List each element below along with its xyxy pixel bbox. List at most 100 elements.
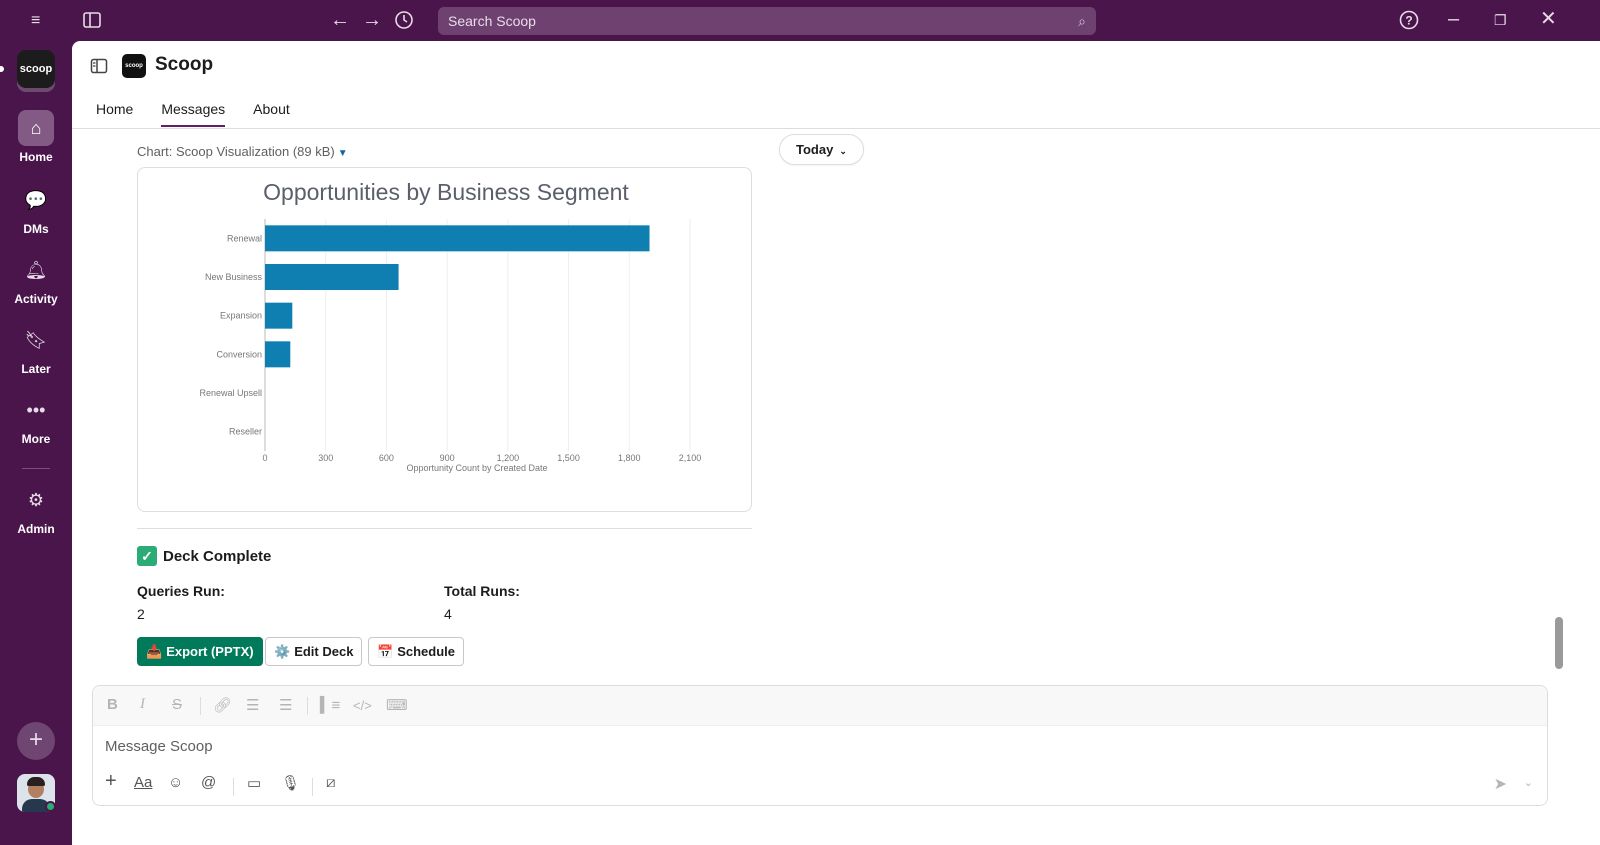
emoji-icon[interactable]: ☺ bbox=[168, 774, 183, 791]
rail-item-dms[interactable]: 💬 DMs bbox=[0, 182, 72, 236]
rail-label-more: More bbox=[21, 432, 51, 446]
restore-icon[interactable]: ❐ bbox=[1494, 10, 1507, 30]
date-divider-pill[interactable]: Today ⌄ bbox=[779, 134, 864, 165]
microphone-icon[interactable]: 🎙︎ bbox=[281, 774, 300, 792]
deck-complete-heading: ✓ Deck Complete bbox=[137, 546, 271, 566]
create-new-button[interactable]: + bbox=[17, 722, 55, 760]
home-icon: ⌂ bbox=[18, 110, 54, 146]
message-input[interactable]: Message Scoop bbox=[105, 738, 213, 755]
chevron-down-icon: ⌄ bbox=[839, 146, 847, 156]
svg-text:?: ? bbox=[1405, 14, 1412, 28]
app-logo-text: scoop bbox=[125, 63, 143, 69]
presence-indicator bbox=[45, 801, 56, 812]
rail-item-admin[interactable]: ⚙ Admin bbox=[0, 482, 72, 536]
rail-label-admin: Admin bbox=[17, 522, 55, 536]
queries-run-label: Queries Run: bbox=[137, 583, 225, 599]
y-category-label: Conversion bbox=[216, 349, 262, 359]
schedule-button-label: Schedule bbox=[397, 644, 455, 659]
x-tick-label: 600 bbox=[379, 453, 394, 463]
total-runs-value: 4 bbox=[444, 606, 452, 622]
sidebar-toggle-icon[interactable] bbox=[82, 10, 102, 34]
export-pptx-button[interactable]: 📥 Export (PPTX) bbox=[137, 637, 263, 666]
bullet-list-icon[interactable]: ☰ bbox=[279, 696, 292, 714]
close-icon[interactable]: ✕ bbox=[1540, 9, 1557, 29]
y-category-label: New Business bbox=[205, 272, 263, 282]
send-icon[interactable]: ➤ bbox=[1494, 774, 1507, 794]
sidebar-toggle-icon[interactable] bbox=[90, 57, 108, 80]
y-category-label: Renewal Upsell bbox=[199, 388, 262, 398]
tab-home[interactable]: Home bbox=[96, 101, 147, 126]
code-block-icon[interactable]: ⌨︎ bbox=[386, 696, 408, 714]
x-tick-label: 0 bbox=[262, 453, 267, 463]
text-format-icon[interactable]: Aa bbox=[134, 774, 152, 791]
file-attachment-label[interactable]: Chart: Scoop Visualization (89 kB) ▼ bbox=[137, 144, 348, 159]
ellipsis-icon: ••• bbox=[26, 400, 46, 420]
bell-icon: 🔔︎ bbox=[24, 260, 48, 280]
bold-icon[interactable]: B bbox=[107, 696, 118, 713]
caret-down-icon[interactable]: ▼ bbox=[338, 148, 348, 159]
menu-icon[interactable]: ≡ bbox=[31, 11, 40, 31]
schedule-button[interactable]: 📅 Schedule bbox=[368, 637, 464, 666]
ordered-list-icon[interactable]: ☰ bbox=[246, 696, 259, 714]
rail-item-home[interactable]: ⌂ Home bbox=[0, 110, 72, 164]
x-axis-label: Opportunity Count by Created Date bbox=[406, 463, 547, 473]
bar-chart: Opportunities by Business Segment Renewa… bbox=[199, 179, 702, 473]
plus-icon[interactable]: + bbox=[105, 770, 117, 793]
deck-title-text: Deck Complete bbox=[163, 548, 272, 565]
edit-deck-button[interactable]: ⚙️ Edit Deck bbox=[265, 637, 363, 666]
bar-expansion bbox=[265, 302, 293, 329]
main-panel: scoop Scoop Home Messages About Chart: S… bbox=[72, 41, 1600, 845]
forward-arrow-icon[interactable]: → bbox=[362, 10, 382, 30]
rail-divider bbox=[22, 468, 50, 469]
back-arrow-icon[interactable]: ← bbox=[330, 10, 350, 30]
help-icon[interactable]: ? bbox=[1399, 10, 1419, 34]
x-tick-label: 900 bbox=[440, 453, 455, 463]
rail-item-activity[interactable]: 🔔︎ Activity bbox=[0, 252, 72, 306]
gear-icon: ⚙ bbox=[27, 490, 45, 510]
export-button-label: Export (PPTX) bbox=[166, 644, 254, 659]
code-icon[interactable]: </> bbox=[353, 698, 372, 713]
blockquote-icon[interactable]: ▍≡ bbox=[320, 696, 340, 714]
x-tick-label: 1,800 bbox=[618, 453, 641, 463]
tab-messages[interactable]: Messages bbox=[161, 101, 239, 127]
chart-title: Opportunities by Business Segment bbox=[263, 179, 629, 205]
inbox-tray-icon: 📥 bbox=[146, 644, 163, 659]
x-tick-label: 1,500 bbox=[557, 453, 580, 463]
link-icon[interactable]: 🔗︎ bbox=[213, 696, 232, 714]
rail-label-activity: Activity bbox=[14, 292, 58, 306]
workspace-logo-text: scoop bbox=[19, 63, 53, 75]
bar-new-business bbox=[265, 264, 399, 290]
queries-run-value: 2 bbox=[137, 606, 145, 622]
channel-header: scoop Scoop Home Messages About bbox=[72, 41, 1600, 129]
rail-item-later[interactable]: 🔖︎ Later bbox=[0, 322, 72, 376]
minimize-icon[interactable]: – bbox=[1448, 9, 1459, 29]
chevron-down-icon[interactable]: ⌄ bbox=[1524, 776, 1533, 789]
chart-image[interactable]: Opportunities by Business Segment Renewa… bbox=[137, 167, 752, 512]
bookmark-icon: 🔖︎ bbox=[24, 330, 48, 350]
dms-icon: 💬 bbox=[24, 190, 48, 210]
video-icon[interactable]: ▭ bbox=[247, 774, 261, 792]
y-category-label: Reseller bbox=[229, 427, 262, 437]
x-tick-label: 1,200 bbox=[497, 453, 520, 463]
italic-icon[interactable]: I bbox=[140, 696, 145, 713]
strikethrough-icon[interactable]: S bbox=[172, 696, 182, 713]
history-icon[interactable] bbox=[394, 10, 414, 34]
bar-conversion bbox=[265, 341, 291, 368]
title-bar: ≡ ← → Search Scoop ⌕ ? – ❐ ✕ bbox=[0, 0, 1600, 42]
app-name[interactable]: Scoop bbox=[155, 54, 213, 76]
app-logo: scoop bbox=[122, 54, 146, 78]
slash-command-icon[interactable]: ⧄ bbox=[326, 774, 336, 791]
workspace-active-indicator bbox=[0, 66, 4, 72]
rail-label-later: Later bbox=[21, 362, 51, 376]
plus-icon: + bbox=[28, 726, 43, 753]
search-input[interactable]: Search Scoop ⌕ bbox=[438, 7, 1096, 35]
formatting-toolbar: B I S 🔗︎ ☰ ☰ ▍≡ </> ⌨︎ bbox=[93, 686, 1547, 726]
workspace-logo[interactable]: scoop bbox=[17, 50, 55, 88]
rail-label-home: Home bbox=[19, 150, 53, 164]
x-tick-label: 2,100 bbox=[679, 453, 702, 463]
rail-item-more[interactable]: ••• More bbox=[0, 392, 72, 446]
tab-about[interactable]: About bbox=[253, 101, 304, 126]
scrollbar-thumb[interactable] bbox=[1555, 617, 1563, 669]
y-category-label: Expansion bbox=[220, 311, 262, 321]
mention-icon[interactable]: @ bbox=[201, 774, 216, 791]
